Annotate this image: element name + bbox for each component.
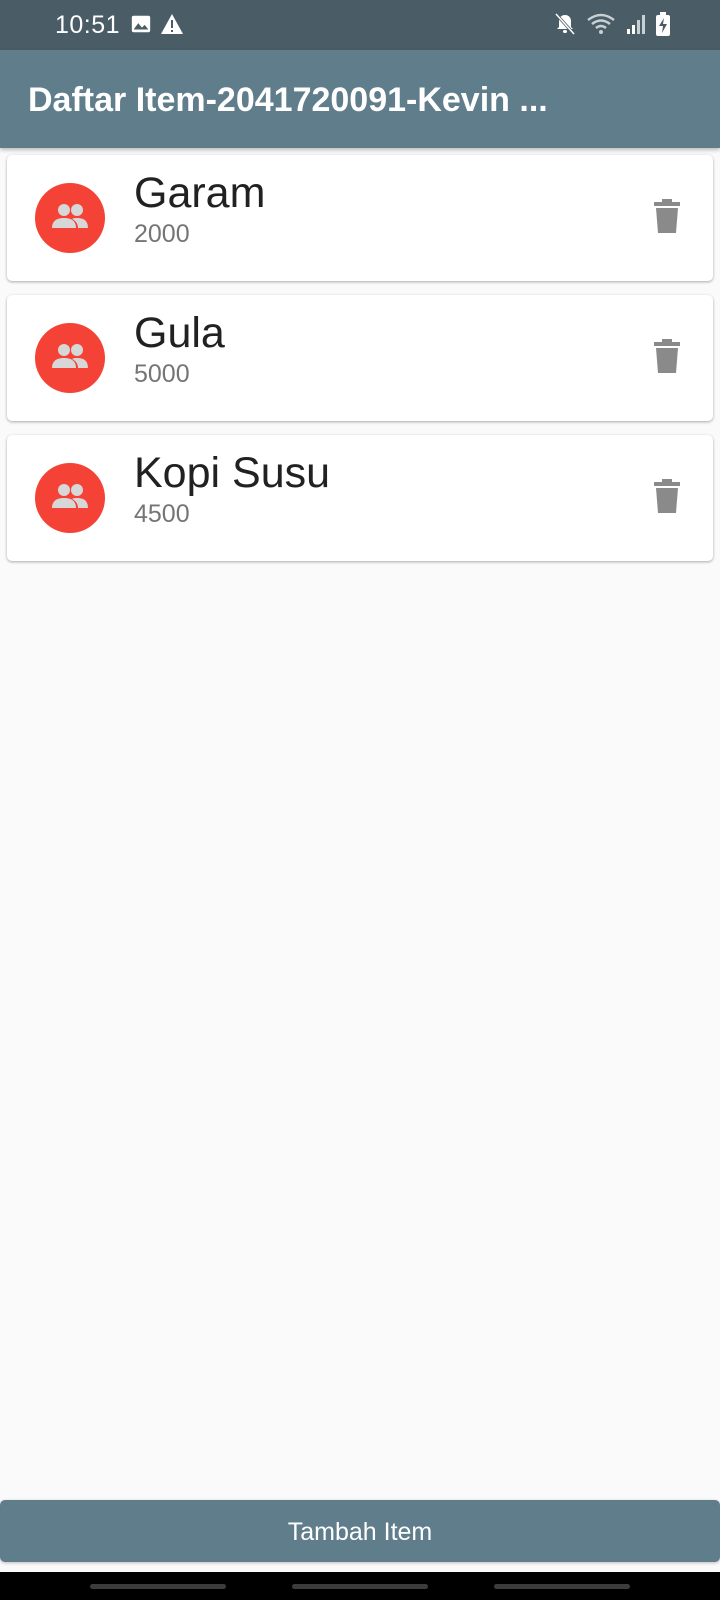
status-time: 10:51 [55, 11, 121, 39]
recent-apps-button[interactable] [90, 1584, 226, 1589]
list-item[interactable]: Kopi Susu 4500 [7, 435, 713, 561]
mute-icon [554, 12, 576, 36]
item-price: 4500 [134, 500, 190, 528]
navigation-bar [0, 1572, 720, 1600]
home-button[interactable] [292, 1584, 428, 1589]
status-right-icons [554, 12, 670, 36]
back-button[interactable] [494, 1584, 630, 1589]
item-list: Garam 2000 Gula 5000 Kopi Susu 4500 [7, 155, 713, 575]
delete-button[interactable] [649, 338, 685, 378]
avatar [35, 463, 105, 533]
warning-icon [160, 13, 184, 35]
delete-button[interactable] [649, 478, 685, 518]
people-icon [50, 202, 90, 235]
delete-icon [654, 338, 680, 378]
list-item[interactable]: Garam 2000 [7, 155, 713, 281]
delete-icon [654, 478, 680, 518]
avatar [35, 323, 105, 393]
signal-icon [626, 13, 646, 35]
page-title: Daftar Item-2041720091-Kevin ... [28, 81, 548, 119]
status-bar: 10:51 [0, 0, 720, 50]
image-icon [130, 13, 152, 35]
item-name: Garam [134, 169, 266, 217]
item-name: Gula [134, 309, 225, 357]
list-item[interactable]: Gula 5000 [7, 295, 713, 421]
item-name: Kopi Susu [134, 449, 331, 497]
wifi-icon [586, 12, 616, 36]
battery-charging-icon [656, 12, 670, 36]
delete-icon [654, 198, 680, 238]
delete-button[interactable] [649, 198, 685, 238]
item-price: 2000 [134, 220, 190, 248]
status-left-icons [130, 13, 184, 35]
app-bar: Daftar Item-2041720091-Kevin ... [0, 50, 720, 148]
avatar [35, 183, 105, 253]
add-item-button[interactable]: Tambah Item [0, 1500, 720, 1562]
people-icon [50, 482, 90, 515]
people-icon [50, 342, 90, 375]
item-price: 5000 [134, 360, 190, 388]
